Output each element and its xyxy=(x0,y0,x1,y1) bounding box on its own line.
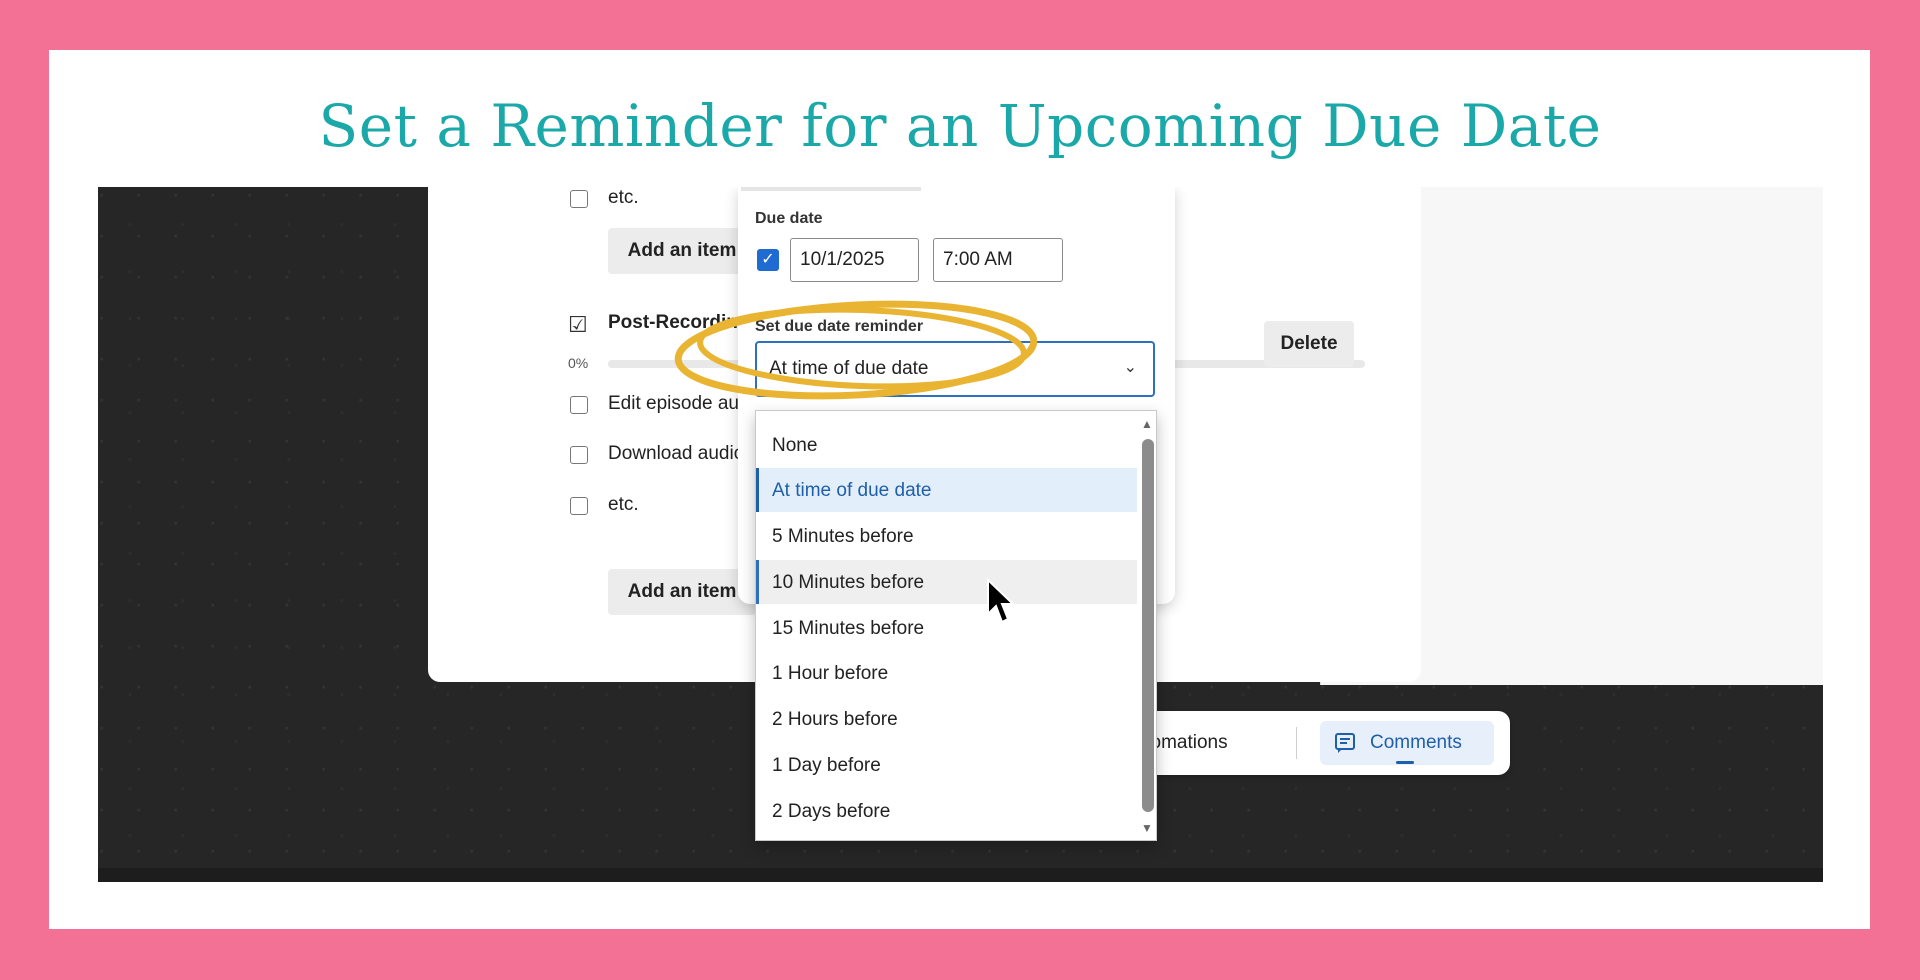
reminder-option[interactable]: 15 Minutes before xyxy=(756,606,1137,650)
due-date-input[interactable]: 10/1/2025 xyxy=(790,238,919,282)
reminder-select-value: At time of due date xyxy=(769,358,929,379)
chevron-down-icon: ⌄ xyxy=(1123,359,1137,376)
reminder-option-selected[interactable]: At time of due date xyxy=(756,468,1137,512)
mouse-cursor-icon xyxy=(987,578,1016,624)
checklist-progress-text: 0% xyxy=(568,355,589,371)
scroll-down-icon[interactable]: ▼ xyxy=(1141,821,1153,835)
dropdown-scrollbar[interactable]: ▲ ▼ xyxy=(1138,417,1154,835)
checklist-item-label: etc. xyxy=(608,494,639,515)
reminder-option[interactable]: None xyxy=(756,423,1137,467)
checklist-item-checkbox[interactable] xyxy=(570,497,588,515)
scroll-up-icon[interactable]: ▲ xyxy=(1141,417,1153,431)
add-item-button[interactable]: Add an item xyxy=(608,228,756,274)
popover-top-field-edge xyxy=(741,187,921,191)
comments-button[interactable]: Comments xyxy=(1320,721,1494,765)
checklist-item-checkbox[interactable] xyxy=(570,396,588,414)
reminder-option-hovered[interactable]: 10 Minutes before xyxy=(756,560,1137,604)
comments-active-indicator xyxy=(1396,761,1414,764)
reminder-option[interactable]: 2 Hours before xyxy=(756,697,1137,741)
due-time-input[interactable]: 7:00 AM xyxy=(933,238,1063,282)
reminder-select[interactable]: At time of due date ⌄ xyxy=(755,341,1155,397)
add-item-button[interactable]: Add an item xyxy=(608,569,756,615)
reminder-dropdown-list: None At time of due date 5 Minutes befor… xyxy=(755,410,1157,841)
reminder-label: Set due date reminder xyxy=(755,318,924,335)
reminder-option[interactable]: 1 Hour before xyxy=(756,651,1137,695)
reminder-option[interactable]: 5 Minutes before xyxy=(756,514,1137,558)
comments-label: Comments xyxy=(1370,732,1462,753)
checklist-item-label: etc. xyxy=(608,187,639,208)
checklist-item-checkbox[interactable] xyxy=(570,190,588,208)
due-date-checkbox[interactable]: ✓ xyxy=(757,249,779,271)
due-date-label: Due date xyxy=(755,210,823,227)
page-title: Set a Reminder for an Upcoming Due Date xyxy=(318,92,1602,160)
comment-icon xyxy=(1335,733,1355,753)
reminder-option[interactable]: 2 Days before xyxy=(756,789,1137,833)
scrollbar-thumb[interactable] xyxy=(1142,439,1154,812)
screenshot-bottom-strip xyxy=(98,868,1823,882)
card-toolbar: Automations Comments xyxy=(1108,711,1510,775)
reminder-option[interactable]: 1 Day before xyxy=(756,743,1137,787)
toolbar-divider xyxy=(1296,727,1297,759)
delete-checklist-button[interactable]: Delete xyxy=(1264,321,1354,367)
checklist-icon: ☑ xyxy=(568,312,588,337)
checklist-item-checkbox[interactable] xyxy=(570,446,588,464)
